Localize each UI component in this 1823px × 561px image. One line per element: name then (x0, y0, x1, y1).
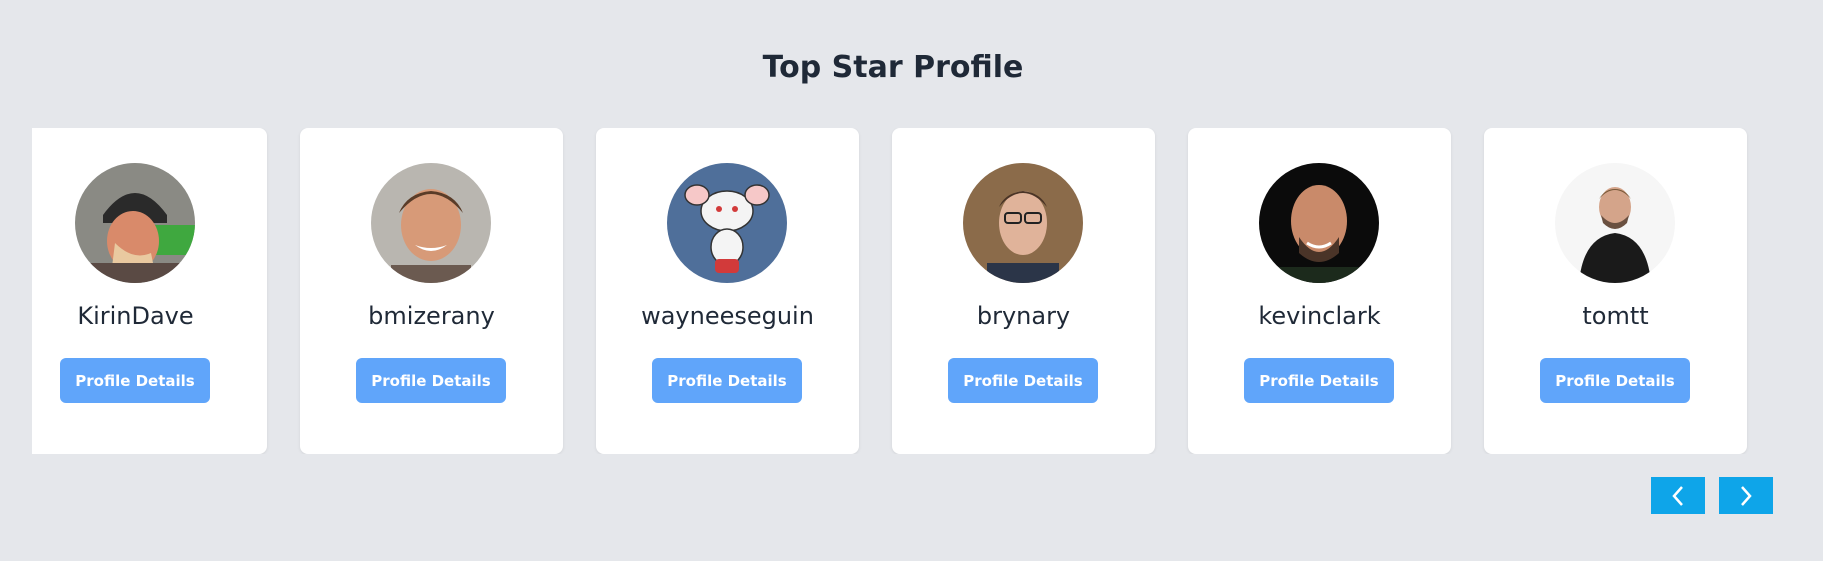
profile-username: wayneeseguin (641, 302, 814, 330)
profile-username: brynary (976, 302, 1071, 330)
carousel-next-button[interactable] (1719, 477, 1773, 514)
avatar (75, 163, 195, 283)
avatar (667, 163, 787, 283)
avatar (963, 163, 1083, 283)
profile-details-button[interactable]: Profile Details (60, 358, 210, 403)
profile-details-button[interactable]: Profile Details (948, 358, 1098, 403)
section-title: Top Star Profile (762, 50, 1024, 85)
top-star-profile-section: Top Star Profile KirinDave Profile Detai… (0, 0, 1823, 561)
profile-card: bmizerany Profile Details (300, 128, 563, 454)
chevron-left-icon (1672, 485, 1683, 506)
avatar (1555, 163, 1675, 283)
profile-details-button[interactable]: Profile Details (1244, 358, 1394, 403)
chevron-right-icon (1741, 485, 1752, 506)
profile-card: kevinclark Profile Details (1188, 128, 1451, 454)
profile-card: brynary Profile Details (892, 128, 1155, 454)
profile-username: tomtt (1582, 302, 1649, 330)
profile-card: wayneeseguin Profile Details (596, 128, 859, 454)
profile-card: tomtt Profile Details (1484, 128, 1747, 454)
profile-username: KirinDave (77, 302, 194, 330)
profile-username: bmizerany (368, 302, 495, 330)
avatar (371, 163, 491, 283)
profile-details-button[interactable]: Profile Details (356, 358, 506, 403)
avatar (1259, 163, 1379, 283)
carousel-prev-button[interactable] (1651, 477, 1705, 514)
profile-card: KirinDave Profile Details (32, 128, 267, 454)
profile-details-button[interactable]: Profile Details (652, 358, 802, 403)
profile-carousel: KirinDave Profile Details bmizerany Prof… (32, 128, 1762, 454)
profile-username: kevinclark (1258, 302, 1381, 330)
profile-details-button[interactable]: Profile Details (1540, 358, 1690, 403)
